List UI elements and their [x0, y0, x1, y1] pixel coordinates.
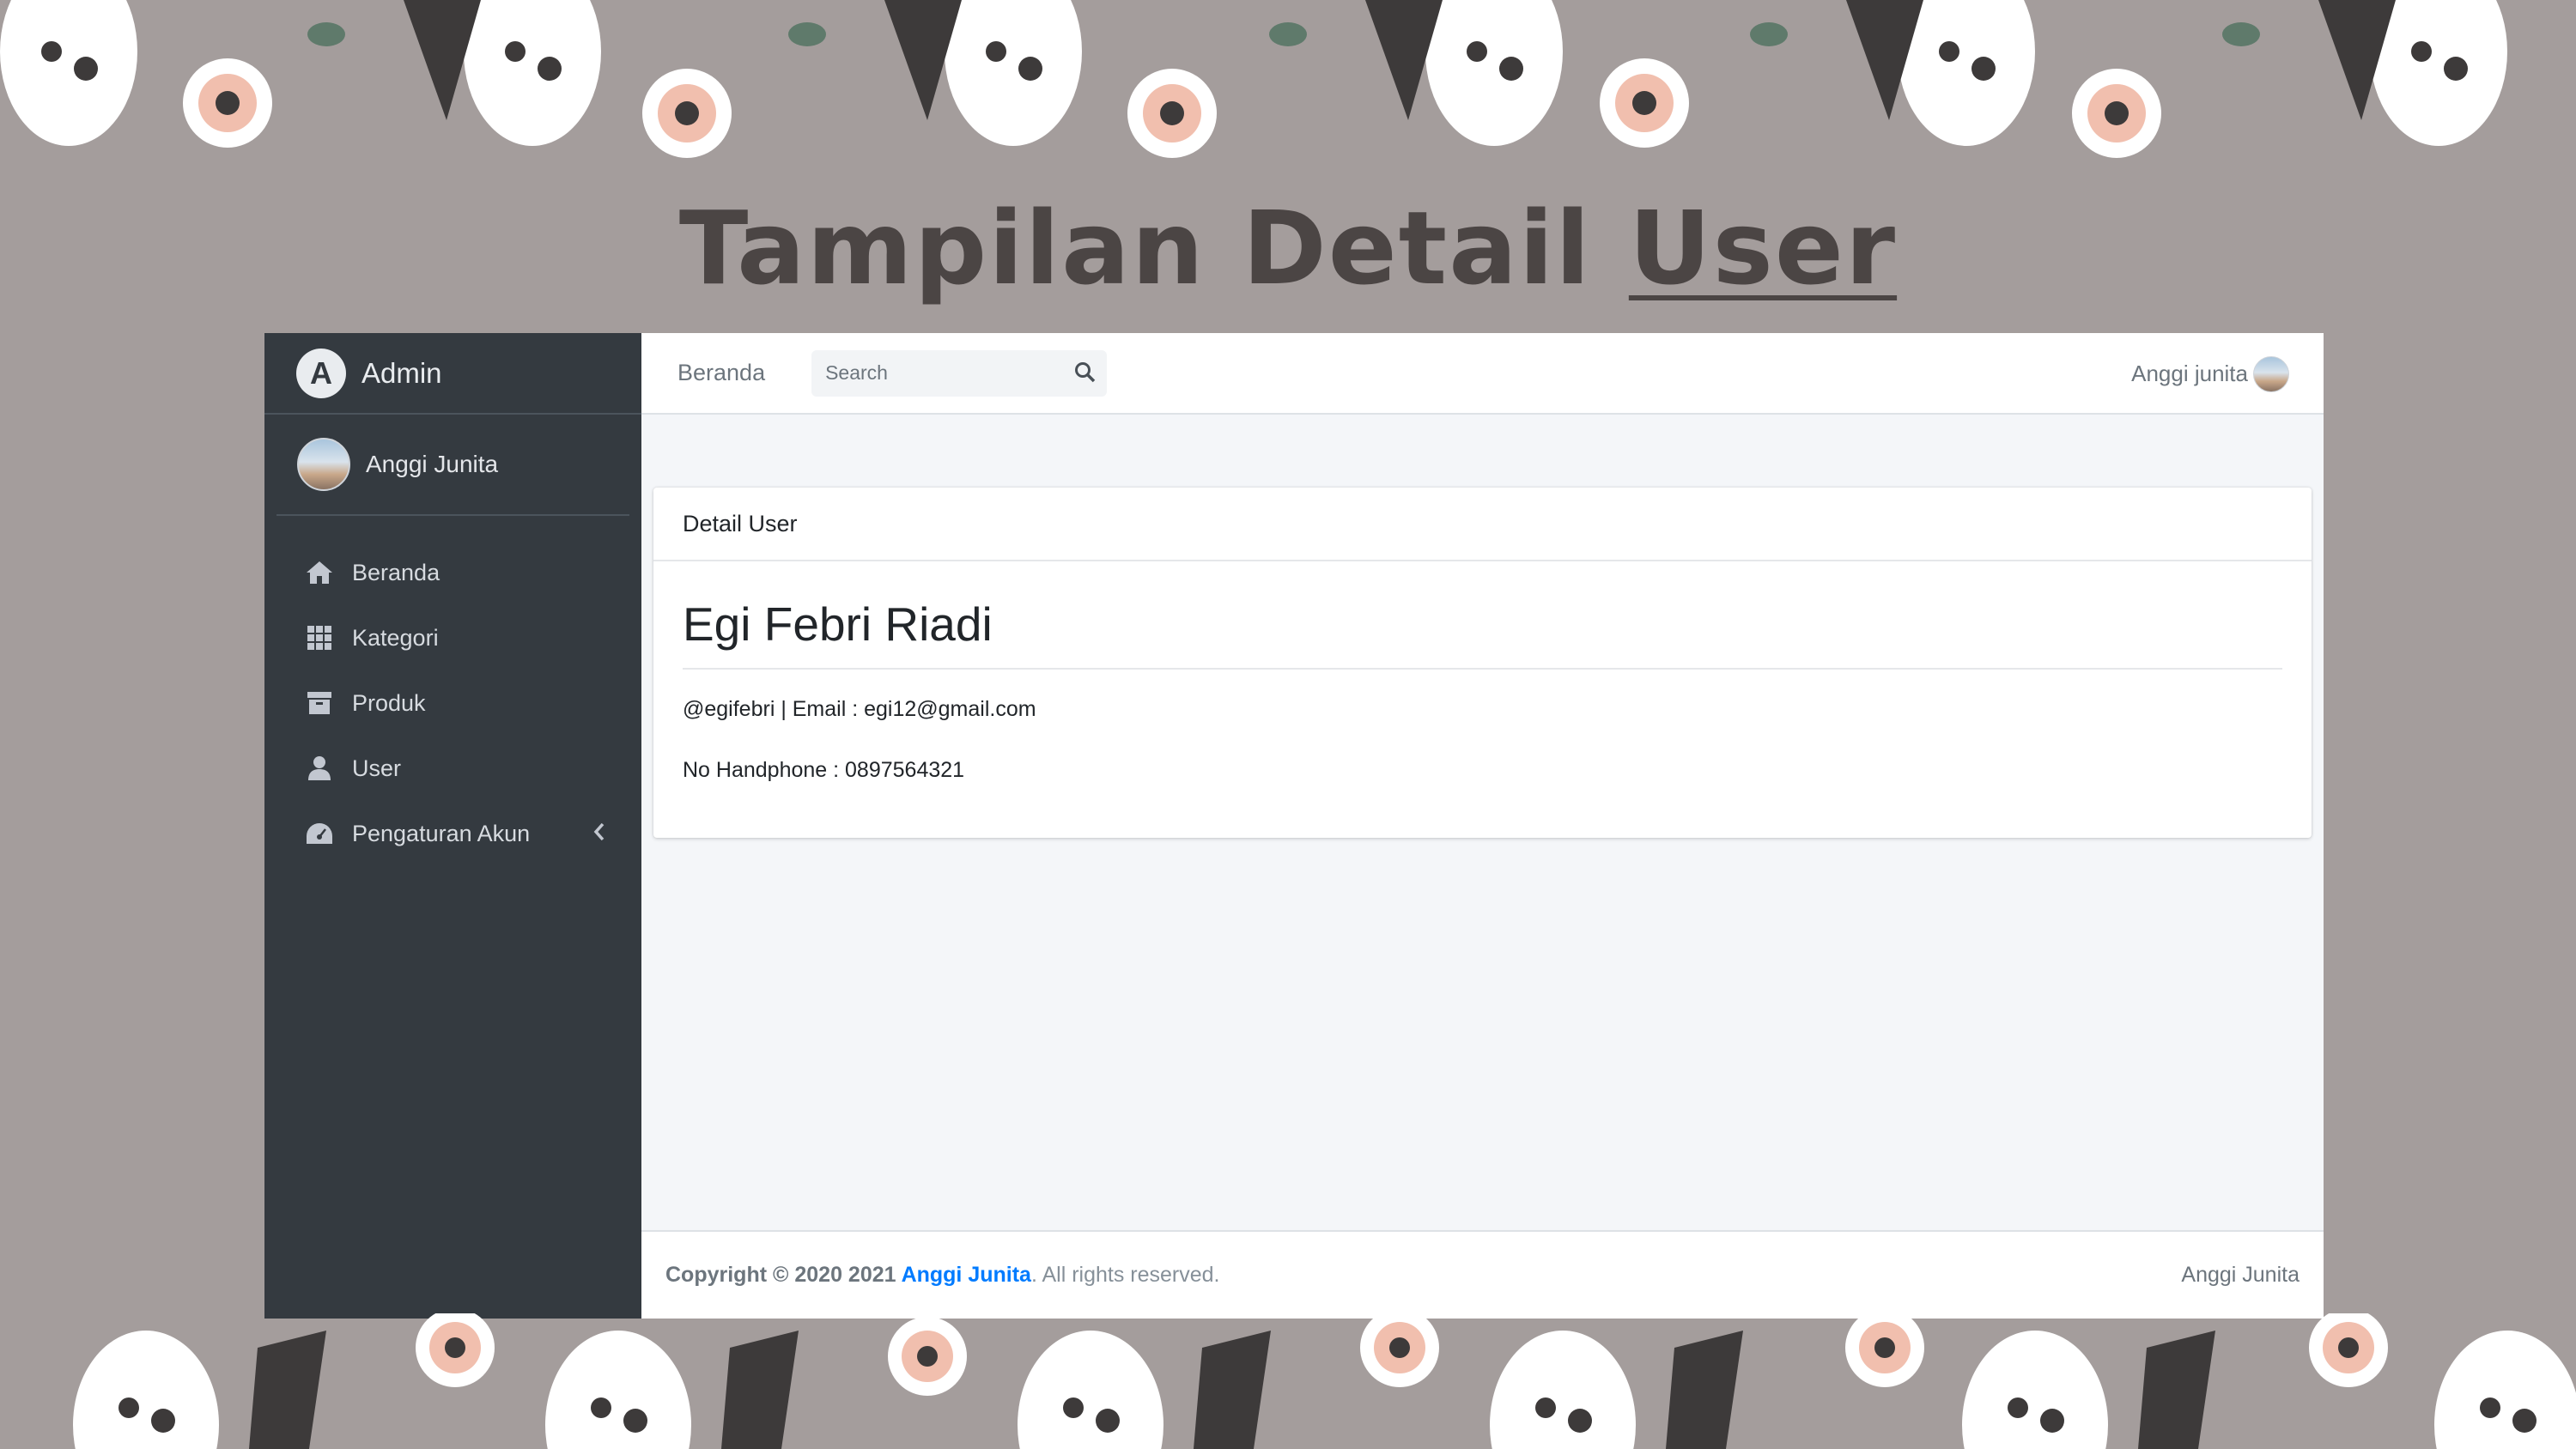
search-input[interactable]	[811, 349, 1068, 397]
detail-user-card: Detail User Egi Febri Riadi @egifebri | …	[653, 488, 2312, 838]
search-icon[interactable]	[1074, 361, 1097, 388]
sidebar-user-panel[interactable]: Anggi Junita	[276, 415, 629, 516]
footer-right-text: Anggi Junita	[2181, 1263, 2300, 1287]
footer-author-link[interactable]: Anggi Junita	[902, 1263, 1031, 1287]
user-phone: No Handphone : 0897564321	[683, 758, 965, 782]
sidebar-item-kategori[interactable]: Kategori	[264, 605, 641, 670]
admin-app-window: A Admin Anggi Junita Beranda Kategori Pr…	[264, 333, 2324, 1319]
sidebar: A Admin Anggi Junita Beranda Kategori Pr…	[264, 333, 641, 1319]
card-header: Detail User	[653, 488, 2312, 561]
brand-text: Admin	[361, 356, 442, 389]
divider	[683, 668, 2282, 670]
sidebar-item-label: Produk	[352, 689, 426, 716]
slide-title-emphasis: User	[1628, 189, 1898, 307]
footer-copyright-prefix: Copyright © 2020 2021	[665, 1263, 902, 1287]
dashboard-gauge-icon	[304, 818, 335, 849]
decorative-ghost-border-top	[0, 0, 2507, 158]
navbar-search	[811, 349, 1108, 397]
sidebar-item-label: Kategori	[352, 624, 439, 651]
chevron-left-icon[interactable]	[593, 822, 605, 848]
footer-suffix: . All rights reserved.	[1030, 1263, 1220, 1287]
navbar-user-name: Anggi junita	[2131, 361, 2248, 386]
user-full-name: Egi Febri Riadi	[683, 597, 993, 651]
user-icon	[304, 753, 335, 784]
navbar-user-menu[interactable]: Anggi junita	[2131, 333, 2289, 415]
sidebar-user-name: Anggi Junita	[366, 451, 499, 477]
sidebar-item-user[interactable]: User	[264, 736, 641, 801]
sidebar-nav: Beranda Kategori Produk User Pengaturan …	[264, 516, 641, 866]
brand-logo-icon: A	[296, 348, 346, 398]
grid-icon	[304, 622, 335, 653]
top-navbar: Beranda Anggi junita	[641, 333, 2324, 415]
sidebar-item-beranda[interactable]: Beranda	[264, 540, 641, 605]
sidebar-item-label: Beranda	[352, 559, 440, 585]
sidebar-item-produk[interactable]: Produk	[264, 670, 641, 736]
footer-copyright: Copyright © 2020 2021 Anggi Junita. All …	[665, 1263, 1219, 1288]
sidebar-item-pengaturan-akun[interactable]: Pengaturan Akun	[264, 801, 641, 866]
decorative-ghost-border-bottom	[73, 1313, 2576, 1449]
avatar	[297, 438, 350, 491]
sidebar-item-label: User	[352, 755, 402, 781]
navbar-home-link[interactable]: Beranda	[677, 360, 765, 386]
brand-link[interactable]: A Admin	[264, 333, 641, 415]
home-icon	[304, 557, 335, 588]
card-body: Egi Febri Riadi @egifebri | Email : egi1…	[653, 594, 2312, 783]
slide-title-prefix: Tampilan Detail	[678, 189, 1629, 307]
sidebar-item-label: Pengaturan Akun	[352, 820, 531, 846]
slide-title: Tampilan Detail User	[0, 189, 2576, 307]
archive-icon	[304, 688, 335, 718]
main-content: Beranda Anggi junita Detail User Egi Feb…	[641, 333, 2324, 1319]
navbar-avatar	[2253, 355, 2289, 392]
user-username-email: @egifebri | Email : egi12@gmail.com	[683, 697, 1036, 721]
footer: Copyright © 2020 2021 Anggi Junita. All …	[641, 1230, 2324, 1319]
